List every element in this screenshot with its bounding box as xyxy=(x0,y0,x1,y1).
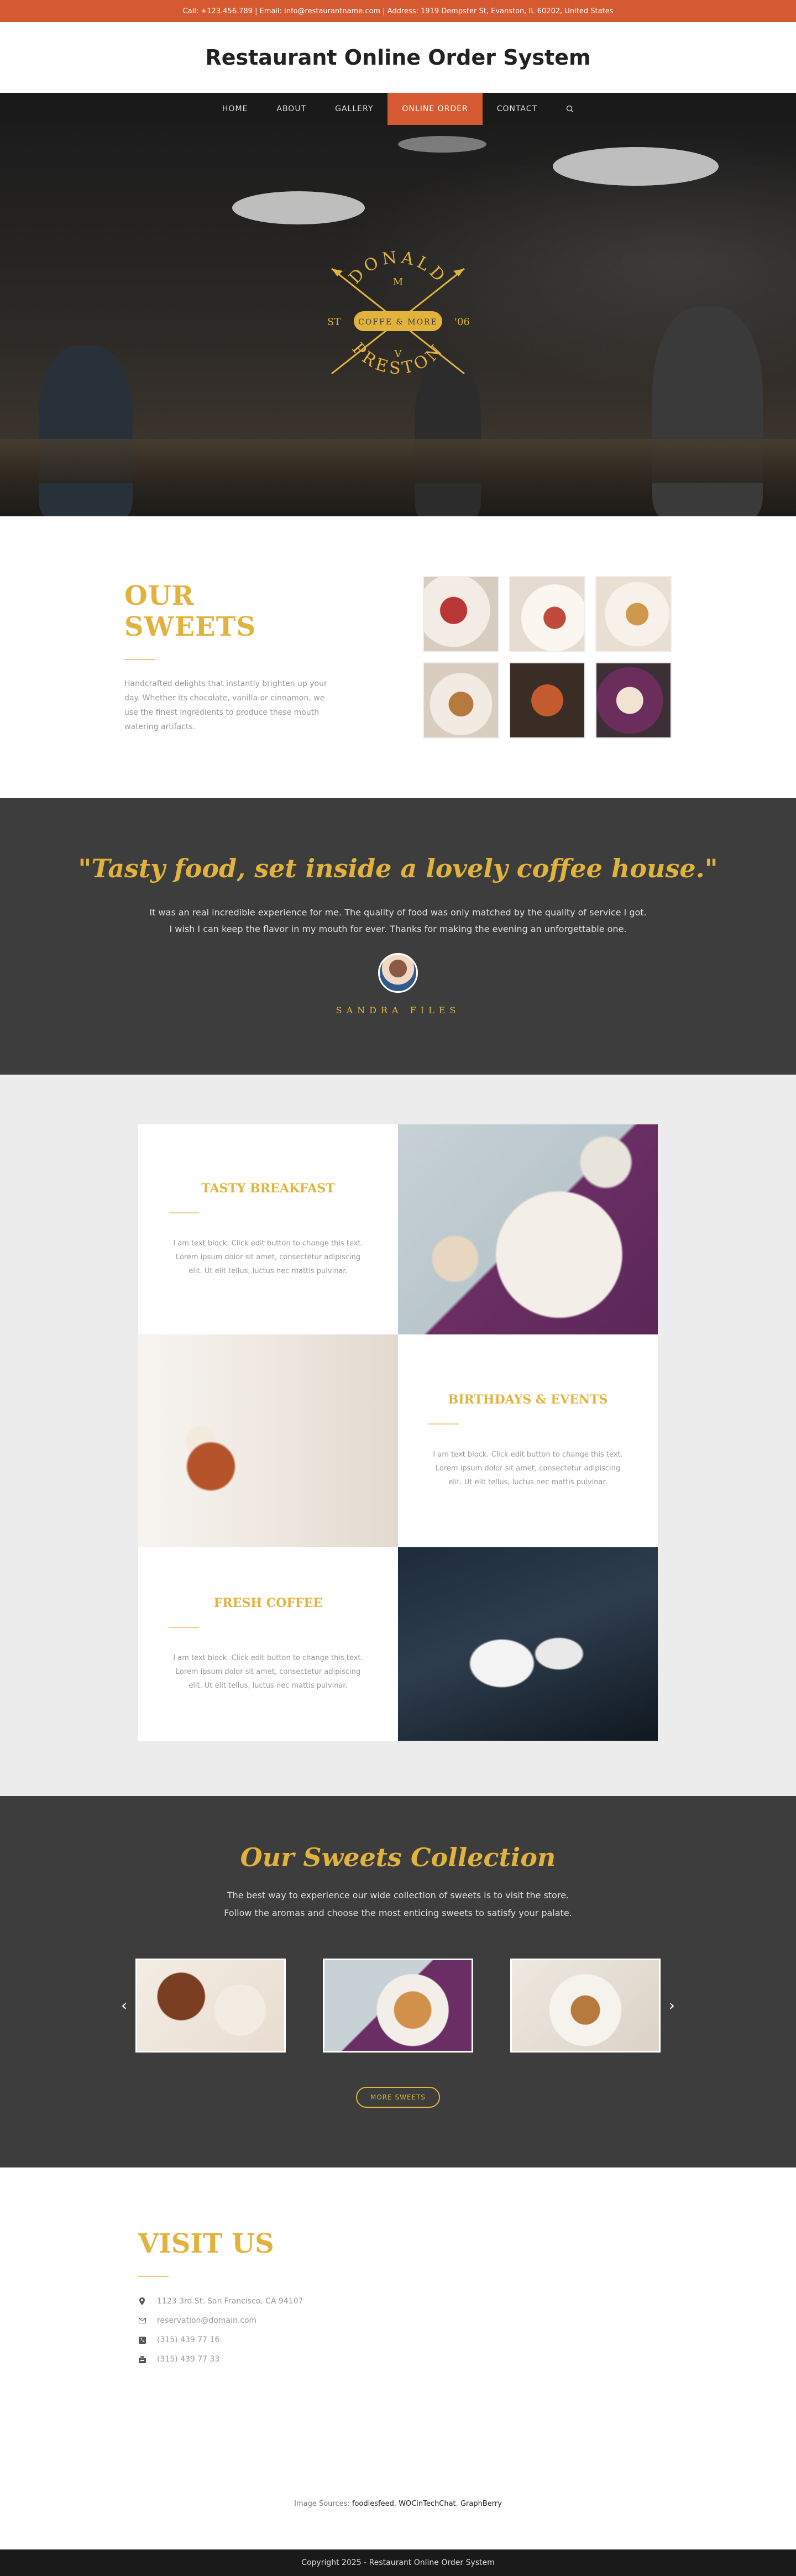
site-header: Restaurant Online Order System xyxy=(0,22,796,93)
contact-email: reservation@domain.com xyxy=(138,2316,796,2325)
sweets-text-block: OUR SWEETS Handcrafted delights that ins… xyxy=(124,580,334,734)
collection-text: The best way to experience our wide coll… xyxy=(0,1887,796,1922)
contact-list: 1123 3rd St. San Francisco, CA 94107 res… xyxy=(138,2297,796,2364)
divider xyxy=(169,1212,199,1213)
carousel-slide[interactable] xyxy=(135,1959,286,2053)
divider xyxy=(428,1423,459,1425)
source-link[interactable]: WOCinTechChat xyxy=(399,2500,456,2508)
feature-coffee: FRESH COFFEE I am text block. Click edit… xyxy=(138,1547,398,1741)
feature-title: FRESH COFFEE xyxy=(213,1595,323,1610)
contact-fax: (315) 439 77 33 xyxy=(138,2355,796,2364)
gallery-thumb[interactable] xyxy=(423,576,499,652)
avatar xyxy=(378,953,418,993)
feature-title: TASTY BREAKFAST xyxy=(201,1181,335,1196)
birthday-image xyxy=(138,1334,398,1547)
testimonial-author: SANDRA FILES xyxy=(336,1005,460,1015)
brand-logo: DONALD PRESTON M ST '06 COFFE & MORE V xyxy=(327,248,470,378)
chevron-left-icon[interactable]: ‹ xyxy=(121,1996,127,2014)
visit-title: VISIT US xyxy=(138,2228,274,2259)
testimonial-text: It was an real incredible experience for… xyxy=(149,907,647,934)
feature-title: BIRTHDAYS & EVENTS xyxy=(448,1392,608,1407)
gallery-thumb[interactable] xyxy=(595,662,672,739)
visit-us-section: VISIT US 1123 3rd St. San Francisco, CA … xyxy=(0,2167,796,2458)
nav-online-order[interactable]: ONLINE ORDER xyxy=(387,93,483,125)
nav-about[interactable]: ABOUT xyxy=(262,93,321,125)
gallery-thumb[interactable] xyxy=(509,662,585,739)
chevron-right-icon[interactable]: › xyxy=(669,1996,675,2014)
nav-contact[interactable]: CONTACT xyxy=(483,93,552,125)
carousel-slide[interactable] xyxy=(323,1959,473,2053)
collection-line: The best way to experience our wide coll… xyxy=(227,1890,569,1900)
contact-address: 1123 3rd St. San Francisco, CA 94107 xyxy=(138,2297,796,2306)
contact-text: (315) 439 77 33 xyxy=(157,2355,220,2364)
source-link[interactable]: GraphBerry xyxy=(460,2500,502,2508)
logo-ribbon-text: COFFE & MORE xyxy=(358,318,438,327)
testimonial-quote: "Tasty food, set inside a lovely coffee … xyxy=(78,854,718,883)
search-icon[interactable] xyxy=(552,93,588,125)
site-footer: Copyright 2025 - Restaurant Online Order… xyxy=(0,2549,796,2576)
logo-left-text: ST xyxy=(327,316,341,328)
features-section: TASTY BREAKFAST I am text block. Click e… xyxy=(0,1075,796,1796)
sweets-gallery xyxy=(423,576,672,739)
feature-birthdays: BIRTHDAYS & EVENTS I am text block. Clic… xyxy=(398,1334,658,1547)
sources-separator: , xyxy=(394,2499,396,2508)
image-sources: Image Sources: foodiesfeed, WOCinTechCha… xyxy=(0,2458,796,2549)
sources-separator: , xyxy=(455,2499,458,2508)
carousel-slide[interactable] xyxy=(510,1959,661,2053)
feature-text: I am text block. Click edit button to ch… xyxy=(433,1451,623,1486)
coffee-image xyxy=(398,1547,658,1741)
divider xyxy=(169,1626,199,1628)
hero-banner: DONALD PRESTON M ST '06 COFFE & MORE V xyxy=(0,125,796,516)
chef-figure xyxy=(652,307,763,516)
contact-text: 1123 3rd St. San Francisco, CA 94107 xyxy=(157,2297,303,2306)
feature-breakfast: TASTY BREAKFAST I am text block. Click e… xyxy=(138,1124,398,1334)
logo-v-text: V xyxy=(394,348,402,360)
site-title[interactable]: Restaurant Online Order System xyxy=(205,45,590,70)
contact-text[interactable]: reservation@domain.com xyxy=(157,2316,256,2325)
gallery-thumb[interactable] xyxy=(595,576,672,652)
contact-info-text: Call: +123.456.789 | Email: info@restaur… xyxy=(182,7,614,15)
collection-line: Follow the aromas and choose the most en… xyxy=(224,1908,572,1918)
feature-row: FRESH COFFEE I am text block. Click edit… xyxy=(138,1547,658,1741)
sources-label: Image Sources: xyxy=(294,2499,350,2508)
pendant-lamp xyxy=(553,147,719,186)
sweets-description: Handcrafted delights that instantly brig… xyxy=(124,679,327,731)
source-link[interactable]: foodiesfeed xyxy=(352,2500,394,2508)
breakfast-image xyxy=(398,1124,658,1334)
logo-m-text: M xyxy=(393,276,403,288)
gallery-thumb[interactable] xyxy=(509,576,585,652)
kitchen-counter xyxy=(0,439,796,483)
nav-gallery[interactable]: GALLERY xyxy=(321,93,387,125)
sweets-carousel: ‹ › xyxy=(121,1959,675,2053)
contact-text: (315) 439 77 16 xyxy=(157,2336,220,2344)
feature-text: I am text block. Click edit button to ch… xyxy=(173,1653,363,1690)
collection-title: Our Sweets Collection xyxy=(240,1842,556,1872)
testimonial-section: "Tasty food, set inside a lovely coffee … xyxy=(0,798,796,1075)
fax-icon xyxy=(138,2355,146,2363)
top-info-bar: Call: +123.456.789 | Email: info@restaur… xyxy=(0,0,796,22)
feature-row: BIRTHDAYS & EVENTS I am text block. Clic… xyxy=(138,1334,658,1547)
divider xyxy=(124,659,155,660)
logo-right-text: '06 xyxy=(454,316,470,328)
more-sweets-button[interactable]: MORE SWEETS xyxy=(355,2087,441,2108)
phone-icon xyxy=(138,2336,146,2344)
pendant-lamp xyxy=(232,191,365,224)
cook-figure xyxy=(39,346,133,516)
collection-section: Our Sweets Collection The best way to ex… xyxy=(0,1796,796,2167)
nav-home[interactable]: HOME xyxy=(208,93,262,125)
sweets-title: OUR SWEETS xyxy=(124,580,256,642)
envelope-icon xyxy=(138,2317,146,2324)
feature-text: I am text block. Click edit button to ch… xyxy=(173,1239,363,1275)
contact-phone: (315) 439 77 16 xyxy=(138,2336,796,2344)
main-nav: HOME ABOUT GALLERY ONLINE ORDER CONTACT xyxy=(0,93,796,125)
map-pin-icon xyxy=(138,2297,146,2305)
copyright-text: Copyright 2025 - Restaurant Online Order… xyxy=(301,2558,495,2567)
divider xyxy=(138,2276,169,2277)
our-sweets-section: OUR SWEETS Handcrafted delights that ins… xyxy=(0,516,796,798)
gallery-thumb[interactable] xyxy=(423,662,499,739)
pendant-lamp xyxy=(398,136,486,153)
feature-row: TASTY BREAKFAST I am text block. Click e… xyxy=(138,1124,658,1334)
